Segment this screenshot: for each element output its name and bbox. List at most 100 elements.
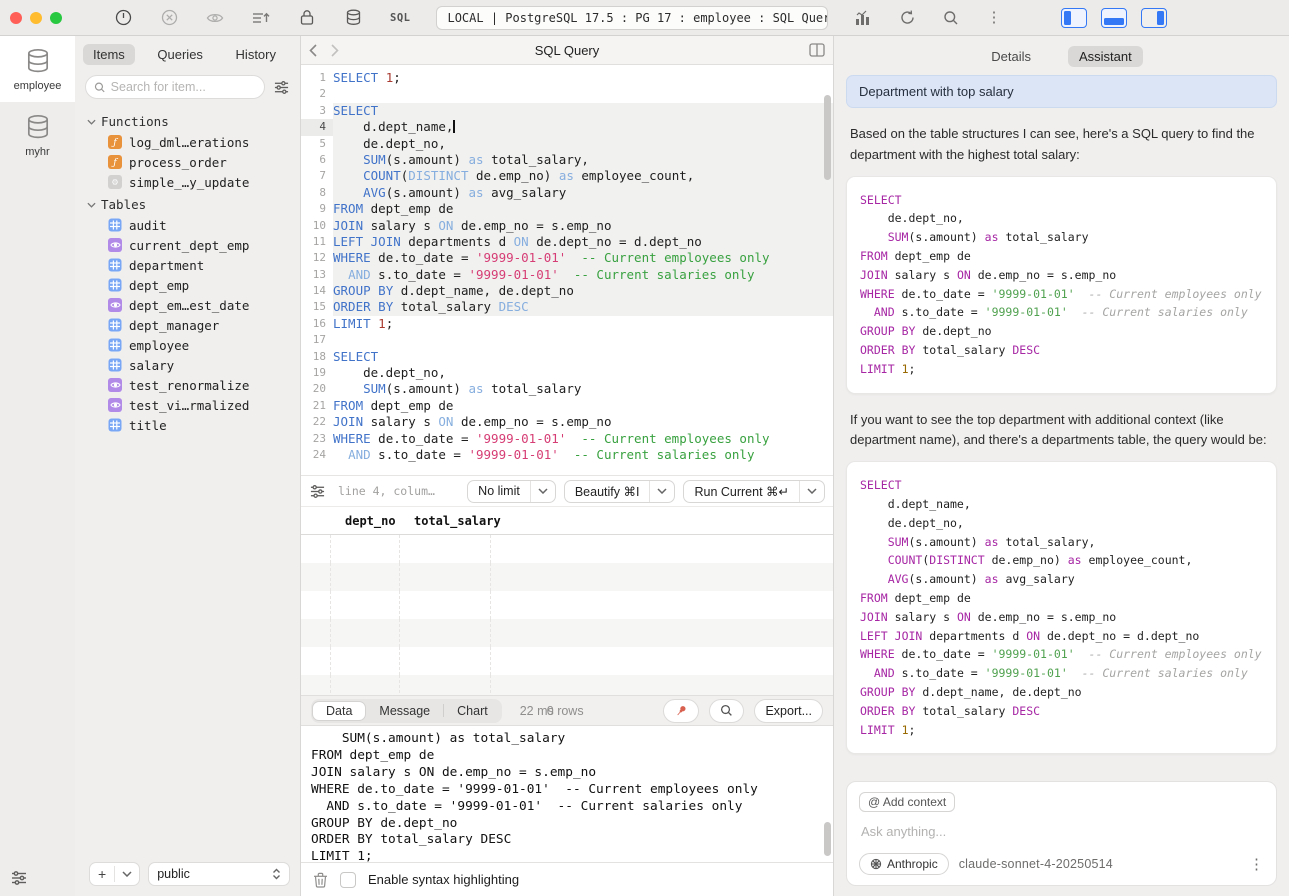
- add-item-button[interactable]: +: [89, 862, 140, 886]
- tree-item-process_order[interactable]: ƒprocess_order: [87, 152, 296, 172]
- sidebar-tab-history[interactable]: History: [226, 44, 286, 65]
- table-row[interactable]: [301, 675, 833, 695]
- results-tab-data[interactable]: Data: [312, 701, 366, 721]
- table-row[interactable]: [301, 591, 833, 619]
- sidebar-tab-queries[interactable]: Queries: [147, 44, 213, 65]
- editor-line-5[interactable]: 5 de.dept_no,: [301, 136, 833, 152]
- tree-item-employee[interactable]: employee: [87, 335, 296, 355]
- editor-line-23[interactable]: 23WHERE de.to_date = '9999-01-01' -- Cur…: [301, 431, 833, 447]
- toggle-bottom-panel-icon[interactable]: [1101, 8, 1127, 28]
- tree-item-salary[interactable]: salary: [87, 355, 296, 375]
- close-window-button[interactable]: [10, 12, 22, 24]
- assistant-options-icon[interactable]: ⋮: [1249, 857, 1264, 872]
- tree-section-header[interactable]: Functions: [87, 111, 296, 132]
- center-layout-icon[interactable]: [1027, 9, 1045, 27]
- editor-line-18[interactable]: 18SELECT: [301, 349, 833, 365]
- sql-editor[interactable]: 1SELECT 1;23SELECT4 d.dept_name,5 de.dep…: [301, 65, 833, 475]
- editor-line-20[interactable]: 20 SUM(s.amount) as total_salary: [301, 381, 833, 397]
- chevron-down-icon[interactable]: [649, 481, 674, 502]
- table-row[interactable]: [301, 647, 833, 675]
- editor-line-9[interactable]: 9FROM dept_emp de: [301, 201, 833, 217]
- minimize-window-button[interactable]: [30, 12, 42, 24]
- tree-item-department[interactable]: department: [87, 255, 296, 275]
- editor-line-22[interactable]: 22JOIN salary s ON de.emp_no = s.emp_no: [301, 414, 833, 430]
- provider-pill[interactable]: Anthropic: [859, 853, 949, 875]
- column-header-total_salary[interactable]: total_salary: [400, 514, 491, 528]
- editor-line-15[interactable]: 15ORDER BY total_salary DESC: [301, 299, 833, 315]
- tree-item-dept_manager[interactable]: dept_manager: [87, 315, 296, 335]
- back-button[interactable]: [309, 44, 317, 57]
- results-tab-message[interactable]: Message: [366, 702, 443, 720]
- editor-line-8[interactable]: 8 AVG(s.amount) as avg_salary: [301, 185, 833, 201]
- toggle-right-panel-icon[interactable]: [1141, 8, 1167, 28]
- run-current-button[interactable]: Run Current ⌘↵: [683, 480, 825, 503]
- message-scrollbar[interactable]: [824, 822, 831, 856]
- pin-result-button[interactable]: [663, 699, 699, 723]
- chevron-down-icon[interactable]: [115, 871, 139, 877]
- editor-line-24[interactable]: 24 AND s.to_date = '9999-01-01' -- Curre…: [301, 447, 833, 463]
- add-context-chip[interactable]: @ Add context: [859, 792, 955, 812]
- sidebar-search[interactable]: [85, 75, 265, 99]
- message-pane[interactable]: SUM(s.amount) as total_salaryFROM dept_e…: [301, 726, 833, 862]
- tree-item-test_renormalize[interactable]: test_renormalize: [87, 375, 296, 395]
- assistant-prompt-input[interactable]: Ask anything...: [859, 812, 1264, 853]
- lock-icon[interactable]: [298, 9, 316, 27]
- connection-item-employee[interactable]: employee: [0, 36, 75, 102]
- beautify-button[interactable]: Beautify ⌘I: [564, 480, 676, 503]
- commit-list-icon[interactable]: [252, 9, 270, 27]
- editor-line-2[interactable]: 2: [301, 86, 833, 102]
- editor-line-3[interactable]: 3SELECT: [301, 103, 833, 119]
- assistant-panel-tab-assistant[interactable]: Assistant: [1068, 46, 1143, 67]
- table-row[interactable]: [301, 535, 833, 563]
- editor-line-1[interactable]: 1SELECT 1;: [301, 70, 833, 86]
- search-icon[interactable]: [942, 9, 960, 27]
- schema-select[interactable]: public: [148, 862, 290, 886]
- sidebar-tab-items[interactable]: Items: [83, 44, 135, 65]
- editor-line-16[interactable]: 16LIMIT 1;: [301, 316, 833, 332]
- forward-button[interactable]: [331, 44, 339, 57]
- chart-icon[interactable]: [854, 9, 872, 27]
- editor-line-7[interactable]: 7 COUNT(DISTINCT de.emp_no) as employee_…: [301, 168, 833, 184]
- tree-item-dept_em_est_date[interactable]: dept_em…est_date: [87, 295, 296, 315]
- editor-settings-icon[interactable]: [309, 484, 326, 499]
- editor-line-14[interactable]: 14GROUP BY d.dept_name, de.dept_no: [301, 283, 833, 299]
- tree-section-header[interactable]: Tables: [87, 194, 296, 215]
- editor-line-12[interactable]: 12WHERE de.to_date = '9999-01-01' -- Cur…: [301, 250, 833, 266]
- editor-line-11[interactable]: 11LEFT JOIN departments d ON de.dept_no …: [301, 234, 833, 250]
- trash-icon[interactable]: [313, 872, 328, 888]
- tree-item-dept_emp[interactable]: dept_emp: [87, 275, 296, 295]
- toggle-left-panel-icon[interactable]: [1061, 8, 1087, 28]
- editor-line-10[interactable]: 10JOIN salary s ON de.emp_no = s.emp_no: [301, 218, 833, 234]
- tree-item-audit[interactable]: audit: [87, 215, 296, 235]
- editor-line-6[interactable]: 6 SUM(s.amount) as total_salary,: [301, 152, 833, 168]
- table-row[interactable]: [301, 563, 833, 591]
- column-header-dept_no[interactable]: dept_no: [331, 514, 400, 528]
- editor-line-4[interactable]: 4 d.dept_name,: [301, 119, 833, 135]
- refresh-icon[interactable]: [898, 9, 916, 27]
- export-button[interactable]: Export...: [754, 699, 823, 723]
- tree-item-title[interactable]: title: [87, 415, 296, 435]
- database-icon[interactable]: [344, 9, 362, 27]
- connection-item-myhr[interactable]: myhr: [0, 102, 75, 168]
- assistant-panel-tab-details[interactable]: Details: [980, 46, 1042, 67]
- more-menu-icon[interactable]: ⋮: [986, 10, 1001, 25]
- tree-item-log_dml_erations[interactable]: ƒlog_dml…erations: [87, 132, 296, 152]
- sidebar-search-input[interactable]: [111, 80, 256, 94]
- split-view-icon[interactable]: [809, 43, 825, 57]
- connection-power-icon[interactable]: [114, 9, 132, 27]
- limit-dropdown[interactable]: No limit: [467, 480, 556, 503]
- syntax-highlight-checkbox[interactable]: [340, 872, 356, 888]
- table-row[interactable]: [301, 619, 833, 647]
- results-tab-chart[interactable]: Chart: [444, 702, 501, 720]
- editor-line-17[interactable]: 17: [301, 332, 833, 348]
- zoom-window-button[interactable]: [50, 12, 62, 24]
- editor-line-13[interactable]: 13 AND s.to_date = '9999-01-01' -- Curre…: [301, 267, 833, 283]
- preview-eye-icon[interactable]: [206, 9, 224, 27]
- editor-line-21[interactable]: 21FROM dept_emp de: [301, 398, 833, 414]
- chevron-down-icon[interactable]: [799, 481, 824, 502]
- plus-icon[interactable]: +: [90, 866, 115, 882]
- sidebar-filter-icon[interactable]: [273, 80, 290, 95]
- chevron-down-icon[interactable]: [530, 481, 555, 502]
- tree-item-current_dept_emp[interactable]: current_dept_emp: [87, 235, 296, 255]
- rail-settings-icon[interactable]: [10, 870, 28, 886]
